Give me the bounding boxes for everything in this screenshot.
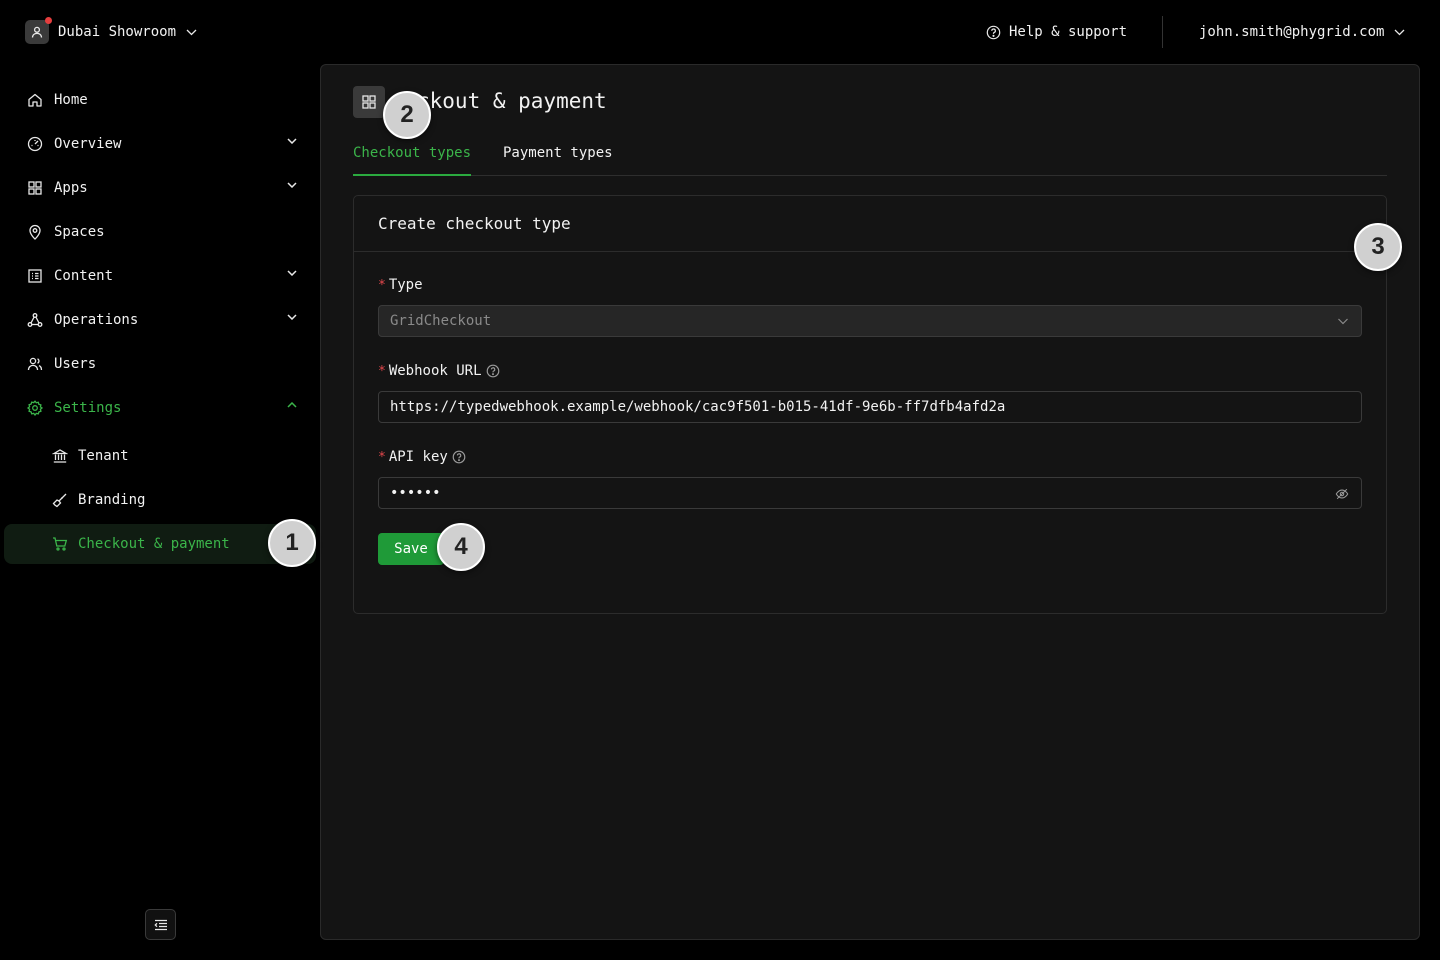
apps-grid-icon [362, 95, 376, 109]
annotation-marker: 1 [268, 519, 316, 567]
chevron-down-icon [287, 182, 297, 188]
annotation-marker: 2 [383, 91, 431, 139]
main-panel: ckout & payment Checkout types Payment t… [320, 64, 1420, 940]
webhook-url-input[interactable]: https://typedwebhook.example/webhook/cac… [378, 391, 1362, 423]
sidebar-item-label: Checkout & payment [78, 536, 230, 552]
required-marker: * [378, 363, 386, 379]
sidebar-item-label: Home [54, 92, 88, 108]
apikey-field-label: * API key [378, 449, 466, 465]
annotation-marker: 4 [437, 523, 485, 571]
topbar-divider [1162, 16, 1163, 48]
sidebar-item-label: Apps [54, 180, 88, 196]
help-support-link[interactable]: Help & support [986, 22, 1127, 42]
webhook-url-value: https://typedwebhook.example/webhook/cac… [390, 399, 1006, 415]
sidebar-item-label: Tenant [78, 448, 129, 464]
chevron-down-icon [186, 29, 197, 35]
annotation-marker: 3 [1354, 223, 1402, 271]
bank-icon [52, 449, 68, 463]
chevron-down-icon [287, 314, 297, 320]
chevron-up-icon [287, 402, 297, 408]
form-heading: Create checkout type [354, 196, 1386, 252]
cart-icon [53, 537, 68, 551]
notification-dot [45, 17, 52, 24]
org-name: Dubai Showroom [58, 24, 177, 40]
sidebar-item-operations[interactable]: Operations [4, 300, 316, 340]
chevron-down-icon [287, 138, 297, 144]
help-circle-icon[interactable] [452, 450, 466, 464]
sidebar-item-label: Users [54, 356, 97, 372]
sidebar-item-label: Branding [78, 492, 146, 508]
sidebar-item-spaces[interactable]: Spaces [4, 212, 316, 252]
sidebar-item-label: Operations [54, 312, 139, 328]
help-circle-icon [986, 25, 1001, 39]
sidebar-item-label: Overview [54, 136, 122, 152]
create-checkout-form: Create checkout type * Type GridCheckout… [353, 195, 1387, 614]
gauge-icon [27, 136, 43, 152]
sidebar-item-branding[interactable]: Branding [4, 480, 316, 520]
help-label: Help & support [1009, 24, 1128, 40]
chevron-down-icon [1338, 318, 1348, 325]
network-icon [27, 313, 43, 327]
required-marker: * [378, 449, 386, 465]
sidebar-item-label: Settings [54, 400, 122, 416]
collapse-sidebar-button[interactable] [145, 909, 176, 940]
user-email: john.smith@phygrid.com [1199, 24, 1385, 40]
type-field-label: * Type [378, 277, 423, 293]
tab-payment-types[interactable]: Payment types [503, 145, 613, 176]
eye-off-icon[interactable] [1335, 487, 1349, 501]
sidebar-item-settings[interactable]: Settings [4, 388, 316, 428]
webhook-field-label: * Webhook URL [378, 363, 500, 379]
users-icon [27, 357, 43, 371]
chevron-down-icon [287, 270, 297, 276]
save-button[interactable]: Save [378, 533, 444, 565]
gear-icon [27, 400, 43, 416]
page-app-icon [353, 86, 385, 118]
help-circle-icon[interactable] [486, 364, 500, 378]
sidebar-item-apps[interactable]: Apps [4, 168, 316, 208]
tab-checkout-types[interactable]: Checkout types [353, 145, 472, 176]
type-select[interactable]: GridCheckout [378, 305, 1362, 337]
sidebar-item-label: Spaces [54, 224, 105, 240]
page-title: ckout & payment [417, 89, 607, 113]
org-avatar [25, 17, 52, 44]
required-marker: * [378, 277, 386, 293]
sidebar-item-label: Content [54, 268, 114, 284]
map-pin-icon [29, 224, 41, 240]
api-key-input[interactable]: •••••• [378, 477, 1362, 509]
sidebar-item-overview[interactable]: Overview [4, 124, 316, 164]
user-menu[interactable]: john.smith@phygrid.com [1199, 22, 1405, 42]
apps-grid-icon [28, 181, 42, 195]
content-list-icon [28, 269, 42, 283]
user-icon [31, 26, 43, 38]
home-icon [28, 93, 42, 107]
type-select-value: GridCheckout [390, 313, 492, 329]
collapse-menu-icon [153, 919, 167, 930]
org-switcher[interactable]: Dubai Showroom [25, 17, 197, 44]
sidebar-item-home[interactable]: Home [4, 80, 316, 120]
sidebar-item-content[interactable]: Content [4, 256, 316, 296]
sidebar-item-users[interactable]: Users [4, 344, 316, 384]
apikey-label: API key [388, 449, 448, 465]
webhook-label: Webhook URL [388, 363, 482, 379]
brush-icon [52, 493, 67, 508]
chevron-down-icon [1394, 29, 1405, 35]
sidebar-item-tenant[interactable]: Tenant [4, 436, 316, 476]
tab-bar: Checkout types Payment types [353, 141, 1387, 176]
type-label: Type [388, 277, 423, 293]
api-key-masked-value: •••••• [390, 485, 441, 501]
